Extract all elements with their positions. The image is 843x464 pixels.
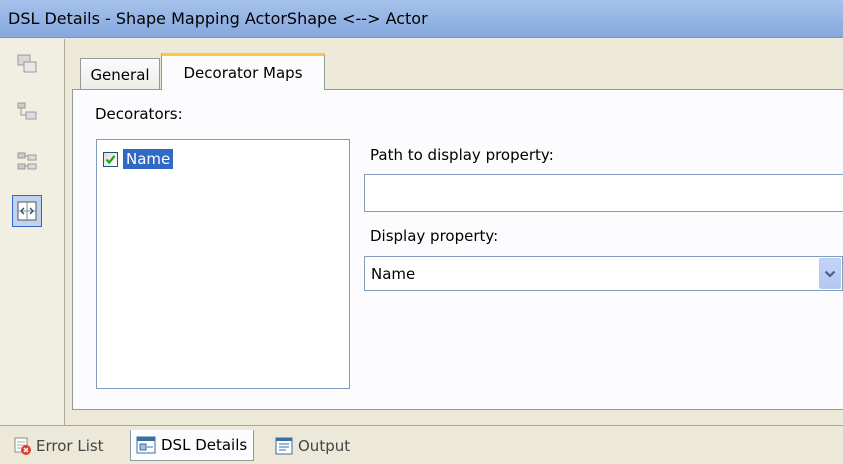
mapping-button[interactable] (12, 195, 42, 227)
tab-decorator-maps[interactable]: Decorator Maps (161, 53, 325, 90)
mapping-icon (17, 201, 37, 221)
display-property-value: Name (371, 264, 416, 283)
path-to-display-property-field[interactable] (364, 174, 843, 212)
tree-button[interactable] (14, 99, 40, 125)
side-toolbar (0, 39, 64, 425)
display-property-dropdown[interactable]: Name (364, 256, 843, 291)
decorator-checkbox[interactable] (103, 151, 118, 167)
window-title-bar: DSL Details - Shape Mapping ActorShape <… (0, 0, 843, 38)
tab-output[interactable]: Output (270, 430, 356, 461)
decorators-label: Decorators: (95, 105, 183, 123)
tab-general-label: General (90, 65, 150, 84)
bottom-tab-strip: Error List DSL Details Output (0, 425, 843, 464)
dropdown-button[interactable] (819, 258, 841, 289)
dsl-details-icon (136, 436, 156, 454)
tab-error-list-label: Error List (36, 436, 104, 455)
chevron-down-icon (824, 270, 836, 278)
element-button[interactable] (14, 51, 40, 77)
tab-error-list[interactable]: Error List (8, 430, 110, 461)
tab-dsl-details-label: DSL Details (161, 436, 248, 454)
element-icon (17, 54, 37, 73)
display-property-label: Display property: (370, 227, 499, 245)
decorators-list[interactable]: Name (96, 139, 350, 389)
hierarchy-icon (17, 152, 37, 170)
error-list-icon (14, 437, 31, 455)
tab-decorator-maps-label: Decorator Maps (183, 64, 303, 82)
hierarchy-button[interactable] (14, 149, 40, 175)
tab-general[interactable]: General (80, 58, 160, 90)
tab-dsl-details[interactable]: DSL Details (130, 430, 255, 461)
tab-output-label: Output (298, 436, 351, 455)
checkmark-icon (105, 154, 116, 164)
decorator-item-label: Name (123, 149, 174, 169)
list-item[interactable]: Name (103, 148, 174, 170)
tree-icon (17, 102, 37, 120)
output-icon (275, 437, 293, 454)
window-title: DSL Details - Shape Mapping ActorShape <… (8, 9, 428, 28)
path-label: Path to display property: (370, 146, 554, 164)
